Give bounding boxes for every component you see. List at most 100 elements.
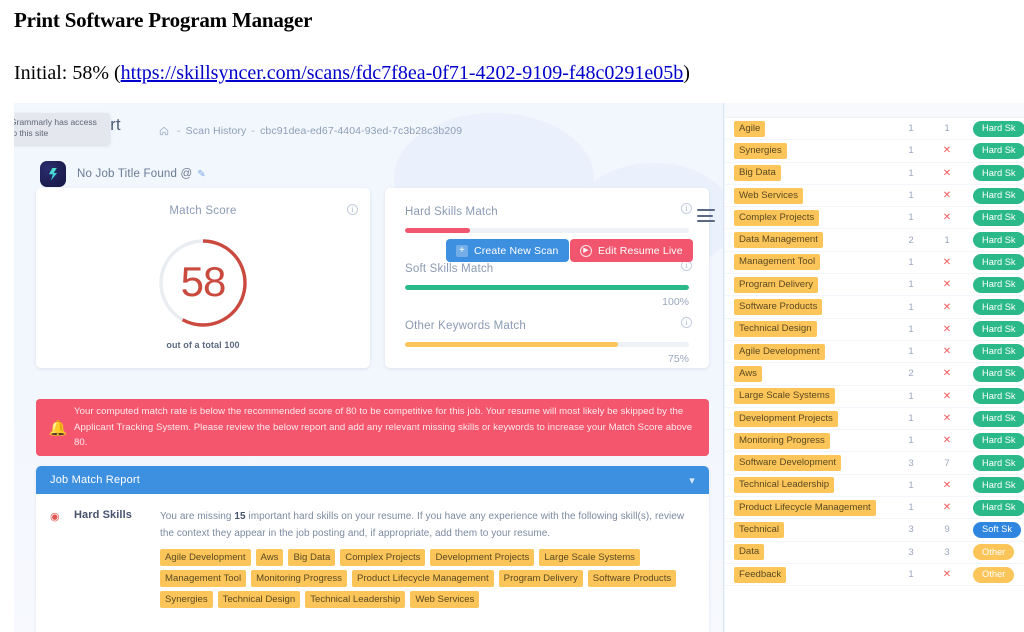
keyword-count-resume: ✕ bbox=[942, 301, 952, 313]
skill-bar-label: Hard Skills Match bbox=[405, 206, 498, 218]
pencil-icon[interactable]: ✎ bbox=[197, 169, 205, 180]
skill-tag[interactable]: Development Projects bbox=[430, 549, 535, 567]
keyword-count-resume: 7 bbox=[944, 457, 950, 469]
keyword-tag[interactable]: Management Tool bbox=[734, 254, 821, 271]
keyword-tag[interactable]: Agile Development bbox=[734, 343, 825, 360]
chevron-down-icon[interactable]: ▾ bbox=[689, 474, 695, 487]
table-row: Synergies 1 ✕ Hard Sk bbox=[725, 140, 1024, 163]
skills-match-card: iHard Skills Match23%iSoft Skills Match1… bbox=[385, 188, 709, 368]
keyword-tag[interactable]: Technical Design bbox=[734, 321, 817, 338]
skill-bar-value: 100% bbox=[662, 295, 689, 308]
skill-tag[interactable]: Large Scale Systems bbox=[539, 549, 640, 567]
table-row: Development Projects 1 ✕ Hard Sk bbox=[725, 408, 1024, 431]
skill-bar-value: 75% bbox=[667, 352, 689, 365]
keyword-tag[interactable]: Data bbox=[734, 544, 765, 561]
skill-bar-label: Soft Skills Match bbox=[405, 263, 494, 275]
keyword-type-badge: Hard Sk bbox=[973, 410, 1024, 427]
create-new-scan-button[interactable]: + Create New Scan bbox=[446, 239, 569, 262]
keyword-count-job: 1 bbox=[908, 502, 914, 514]
keyword-count-job: 2 bbox=[908, 368, 914, 380]
keyword-tag[interactable]: Agile bbox=[734, 120, 766, 137]
keyword-tag[interactable]: Complex Projects bbox=[734, 209, 820, 226]
keyword-tag[interactable]: Software Products bbox=[734, 299, 823, 316]
keyword-type-badge: Hard Sk bbox=[973, 455, 1024, 472]
keyword-tag[interactable]: Technical bbox=[734, 521, 784, 538]
keyword-tag[interactable]: Web Services bbox=[734, 187, 804, 204]
table-row: Feedback 1 ✕ Other bbox=[725, 564, 1024, 587]
keyword-table-panel: Agile 1 1 Hard Sk Synergies 1 ✕ Hard Sk Big Data… bbox=[725, 103, 1024, 632]
info-icon[interactable]: i bbox=[681, 203, 692, 214]
skill-tag[interactable]: Agile Development bbox=[160, 549, 251, 567]
keyword-count-job: 1 bbox=[908, 569, 914, 581]
keyword-count-job: 3 bbox=[908, 457, 914, 469]
info-icon[interactable]: i bbox=[347, 204, 358, 215]
job-title-label: No Job Title Found @ bbox=[77, 168, 193, 180]
table-row: Web Services 1 ✕ Hard Sk bbox=[725, 185, 1024, 208]
scan-url-link[interactable]: https://skillsyncer.com/scans/fdc7f8ea-0… bbox=[121, 62, 684, 84]
hamburger-menu-icon[interactable] bbox=[697, 209, 715, 223]
home-icon[interactable] bbox=[159, 126, 169, 139]
keyword-tag[interactable]: Monitoring Progress bbox=[734, 432, 830, 449]
skill-tag[interactable]: Management Tool bbox=[160, 570, 247, 588]
keyword-tag[interactable]: Big Data bbox=[734, 165, 781, 182]
keyword-count-resume: ✕ bbox=[942, 435, 952, 447]
table-row: Complex Projects 1 ✕ Hard Sk bbox=[725, 207, 1024, 230]
keyword-tag[interactable]: Software Development bbox=[734, 455, 842, 472]
keyword-count-job: 1 bbox=[908, 256, 914, 268]
table-row: Data Management 2 1 Hard Sk bbox=[725, 229, 1024, 252]
keyword-tag[interactable]: Development Projects bbox=[734, 410, 838, 427]
keyword-count-resume: ✕ bbox=[942, 145, 952, 157]
skill-tag[interactable]: Product Lifecycle Management bbox=[351, 570, 494, 588]
missing-skill-tags: Agile Development Aws Big Data Complex Proj… bbox=[160, 549, 693, 609]
keyword-count-resume: ✕ bbox=[942, 368, 952, 380]
embedded-screenshot: Report - Scan History - cbc91dea-ed67-44… bbox=[14, 103, 1024, 632]
keyword-tag[interactable]: Feedback bbox=[734, 566, 787, 583]
keyword-type-badge: Hard Sk bbox=[973, 321, 1024, 338]
table-row: Agile 1 1 Hard Sk bbox=[725, 118, 1024, 141]
skill-tag[interactable]: Web Services bbox=[410, 591, 480, 609]
info-icon[interactable]: i bbox=[681, 317, 692, 328]
keyword-count-resume: 1 bbox=[944, 123, 950, 135]
table-row: Agile Development 1 ✕ Hard Sk bbox=[725, 341, 1024, 364]
grammarly-tooltip: Grammarly has access to this site bbox=[14, 113, 110, 145]
skill-tag[interactable]: Technical Design bbox=[217, 591, 301, 609]
table-row: Software Development 3 7 Hard Sk bbox=[725, 452, 1024, 475]
skill-tag[interactable]: Program Delivery bbox=[498, 570, 583, 588]
keyword-count-job: 1 bbox=[908, 301, 914, 313]
hard-skills-report-row: ◉ Hard Skills You are missing 15 importa… bbox=[36, 494, 709, 609]
edit-resume-live-button[interactable]: ▶ Edit Resume Live bbox=[570, 239, 693, 262]
keyword-tag[interactable]: Aws bbox=[734, 365, 762, 382]
table-row: Management Tool 1 ✕ Hard Sk bbox=[725, 252, 1024, 275]
table-row: Monitoring Progress 1 ✕ Hard Sk bbox=[725, 430, 1024, 453]
breadcrumb-scan-history[interactable]: Scan History bbox=[186, 125, 247, 137]
keyword-tag[interactable]: Synergies bbox=[734, 142, 787, 159]
skill-tag[interactable]: Software Products bbox=[587, 570, 677, 588]
skill-tag[interactable]: Technical Leadership bbox=[305, 591, 406, 609]
keyword-type-badge: Hard Sk bbox=[973, 120, 1024, 137]
skill-tag[interactable]: Big Data bbox=[288, 549, 336, 567]
keyword-count-job: 1 bbox=[908, 190, 914, 202]
keyword-tag[interactable]: Product Lifecycle Management bbox=[734, 499, 876, 516]
app-topbar: Report - Scan History - cbc91dea-ed67-44… bbox=[14, 103, 723, 155]
keyword-count-job: 1 bbox=[908, 145, 914, 157]
keyword-type-badge: Hard Sk bbox=[973, 343, 1024, 360]
edit-resume-live-button-label: Edit Resume Live bbox=[598, 244, 683, 257]
job-match-report-header[interactable]: Job Match Report ▾ bbox=[36, 466, 709, 494]
keyword-count-job: 1 bbox=[908, 346, 914, 358]
job-match-report-panel: Job Match Report ▾ ◉ Hard Skills You are… bbox=[36, 466, 709, 632]
keyword-tag[interactable]: Data Management bbox=[734, 232, 823, 249]
keyword-type-badge: Other bbox=[973, 566, 1015, 583]
skill-tag[interactable]: Monitoring Progress bbox=[251, 570, 347, 588]
target-alert-icon: ◉ bbox=[50, 511, 60, 523]
skill-tag[interactable]: Complex Projects bbox=[340, 549, 426, 567]
keyword-tag[interactable]: Technical Leadership bbox=[734, 477, 835, 494]
keyword-count-resume: ✕ bbox=[942, 390, 952, 402]
initial-suffix: ) bbox=[683, 62, 690, 84]
keyword-count-resume: ✕ bbox=[942, 323, 952, 335]
keyword-tag[interactable]: Large Scale Systems bbox=[734, 388, 835, 405]
keyword-tag[interactable]: Program Delivery bbox=[734, 276, 819, 293]
skill-tag[interactable]: Aws bbox=[255, 549, 284, 567]
keyword-count-job: 1 bbox=[908, 167, 914, 179]
keyword-count-job: 1 bbox=[908, 479, 914, 491]
skill-tag[interactable]: Synergies bbox=[160, 591, 213, 609]
